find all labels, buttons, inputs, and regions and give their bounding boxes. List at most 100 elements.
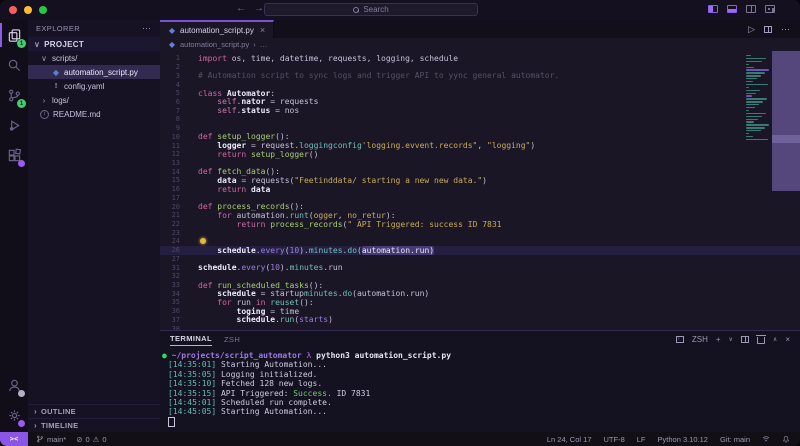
branch-status[interactable]: main* (36, 435, 66, 444)
history-forward-button[interactable]: → (254, 3, 264, 14)
status-item[interactable]: Ln 24, Col 17 (547, 435, 592, 444)
split-layout-icon[interactable] (746, 5, 756, 13)
code-line-33[interactable]: 33 def run_scheduled_tasks(): (160, 281, 800, 290)
global-search-input[interactable]: Search (264, 3, 478, 16)
terminal-profile-icon: › (675, 336, 684, 343)
tab-terminal[interactable]: TERMINAL (170, 334, 212, 346)
tree-item-automation-script-py[interactable]: ◆ automation_script.py (28, 65, 160, 79)
code-line-9[interactable]: 9 (160, 124, 800, 133)
code-line-26[interactable]: 26 schedule.every(10).minutes.do(automat… (160, 245, 800, 255)
code-line-34[interactable]: 34 schedule = startupminutes.do(automati… (160, 289, 800, 298)
token-tx: ). (299, 245, 309, 255)
token-tx: run (328, 263, 343, 273)
code-line-22[interactable]: 22 return process_records(" API Triggere… (160, 220, 800, 229)
code-line-8[interactable]: 8 (160, 115, 800, 124)
terminal-lines[interactable]: ● ~/projects/script_automator λ python3 … (160, 348, 800, 427)
code-line-10[interactable]: 10 def setup_logger(): (160, 132, 800, 141)
code-line-6[interactable]: 6 self.nator = requests (160, 97, 800, 107)
tree-item-logs-[interactable]: › logs/ (28, 93, 160, 107)
code-line-31[interactable]: 31 schedule.every(10).minutes.run (160, 263, 800, 272)
timeline-section-header[interactable]: › TIMELINE (28, 418, 160, 432)
code-line-14[interactable]: 14 def fetch_data(): (160, 167, 800, 176)
code-line-12[interactable]: 12 return setup_logger() (160, 150, 800, 159)
code-line-4[interactable]: 4 (160, 80, 800, 89)
scm-badge: 1 (17, 99, 26, 108)
activity-extensions-button[interactable] (0, 140, 28, 170)
minimize-window-button[interactable] (24, 6, 32, 14)
code-line-32[interactable]: 32 (160, 272, 800, 281)
breadcrumb[interactable]: ◆ automation_script.py › … (160, 38, 800, 51)
code-line-2[interactable]: 2 (160, 63, 800, 72)
code-line-17[interactable]: 17 (160, 194, 800, 203)
code-line-21[interactable]: 21 for automation.runt(ogger, no_retur): (160, 211, 800, 220)
explorer-sidebar: EXPLORER ⋯ ∨ PROJECT ∨ scripts/ ◆ automatio… (28, 20, 160, 432)
token-tx: ) (530, 141, 536, 151)
token-tx: (): (289, 202, 304, 212)
customize-layout-icon[interactable] (765, 5, 775, 13)
activity-explorer-button[interactable]: 1 (0, 20, 28, 50)
run-file-icon[interactable]: ▷ (748, 24, 755, 35)
remote-indicator[interactable]: >< (0, 432, 28, 446)
status-right-items: Ln 24, Col 17 UTF-8 LF Python 3.10.12 Git: m… (547, 435, 750, 444)
project-section-header[interactable]: ∨ PROJECT (28, 37, 160, 51)
terminal-profile-label[interactable]: ZSH (692, 335, 708, 344)
problems-status[interactable]: ⊘ 0 ⚠ 0 (76, 435, 106, 444)
maximize-panel-icon[interactable]: ∧ (773, 336, 777, 343)
status-item[interactable]: Git: main (720, 435, 750, 444)
minimap-line (746, 69, 769, 71)
code-line-13[interactable]: 13 (160, 159, 800, 168)
settings-button[interactable] (0, 400, 28, 430)
code-line-3[interactable]: 3 # Automation script to sync logs and tr… (160, 71, 800, 80)
close-window-button[interactable] (9, 6, 17, 14)
editor-scrollbar-band (772, 135, 800, 143)
code-line-7[interactable]: 7 self.status = nos (160, 106, 800, 115)
editor-scrollbar[interactable] (772, 51, 800, 191)
split-editor-icon[interactable] (764, 25, 772, 33)
history-back-button[interactable]: ← (236, 3, 246, 14)
token-bd: nator (241, 97, 266, 107)
token-pr: minutes (289, 263, 324, 273)
new-terminal-icon[interactable]: + (716, 335, 721, 344)
code-line-36[interactable]: 36 toging = time (160, 307, 800, 316)
code-line-24[interactable]: 24 (160, 237, 800, 246)
code-line-27[interactable]: 27 (160, 255, 800, 264)
token-tm: [14:35:10] (168, 379, 217, 389)
activity-search-button[interactable] (0, 50, 28, 80)
code-line-16[interactable]: 16 return data (160, 185, 800, 194)
close-tab-icon[interactable]: × (260, 25, 265, 35)
tab-automation-script[interactable]: ◆ automation_script.py × (160, 20, 275, 38)
terminal-profile-chevron-icon[interactable]: ∨ (729, 336, 733, 343)
code-editor[interactable]: 1 import os, time, datetime, requests, lo… (160, 51, 800, 330)
toggle-sidebar-icon[interactable] (708, 5, 718, 13)
tree-item-config-yaml[interactable]: ! config.yaml (28, 79, 160, 93)
line-number: 31 (171, 263, 180, 272)
code-line-15[interactable]: 15 data = requests("Feetinddata/ startin… (160, 176, 800, 185)
code-line-11[interactable]: 11 logger = request.loggingconfig'loggin… (160, 141, 800, 150)
outline-section-header[interactable]: › OUTLINE (28, 404, 160, 418)
minimap-line (746, 130, 761, 132)
close-panel-icon[interactable]: × (785, 335, 790, 344)
code-line-5[interactable]: 5 class Automator: (160, 89, 800, 98)
sidebar-more-actions-icon[interactable]: ⋯ (142, 23, 152, 34)
code-line-1[interactable]: 1 import os, time, datetime, requests, lo… (160, 54, 800, 63)
account-button[interactable] (0, 370, 28, 400)
code-line-35[interactable]: 35 for run in reuset(): (160, 298, 800, 307)
split-terminal-icon[interactable] (740, 336, 749, 343)
folder-closed-icon: › (42, 95, 46, 105)
status-item[interactable]: LF (637, 435, 646, 444)
activity-source-control-button[interactable]: 1 (0, 80, 28, 110)
tree-item-readme-md[interactable]: i README.md (28, 107, 160, 121)
code-line-37[interactable]: 37 schedule.run(starts) (160, 315, 800, 324)
status-item[interactable]: UTF-8 (604, 435, 625, 444)
code-line-20[interactable]: 20 def process_records(): (160, 202, 800, 211)
minimap[interactable] (746, 55, 772, 141)
editor-more-actions-icon[interactable]: ⋯ (781, 24, 790, 35)
toggle-panel-icon[interactable] (727, 5, 737, 13)
tab-zsh[interactable]: ZSH (224, 335, 240, 344)
zoom-window-button[interactable] (39, 6, 47, 14)
kill-terminal-icon[interactable] (755, 335, 766, 344)
activity-run-debug-button[interactable] (0, 110, 28, 140)
tree-item-scripts-[interactable]: ∨ scripts/ (28, 51, 160, 65)
status-item[interactable]: Python 3.10.12 (658, 435, 708, 444)
code-line-23[interactable]: 23 (160, 228, 800, 237)
